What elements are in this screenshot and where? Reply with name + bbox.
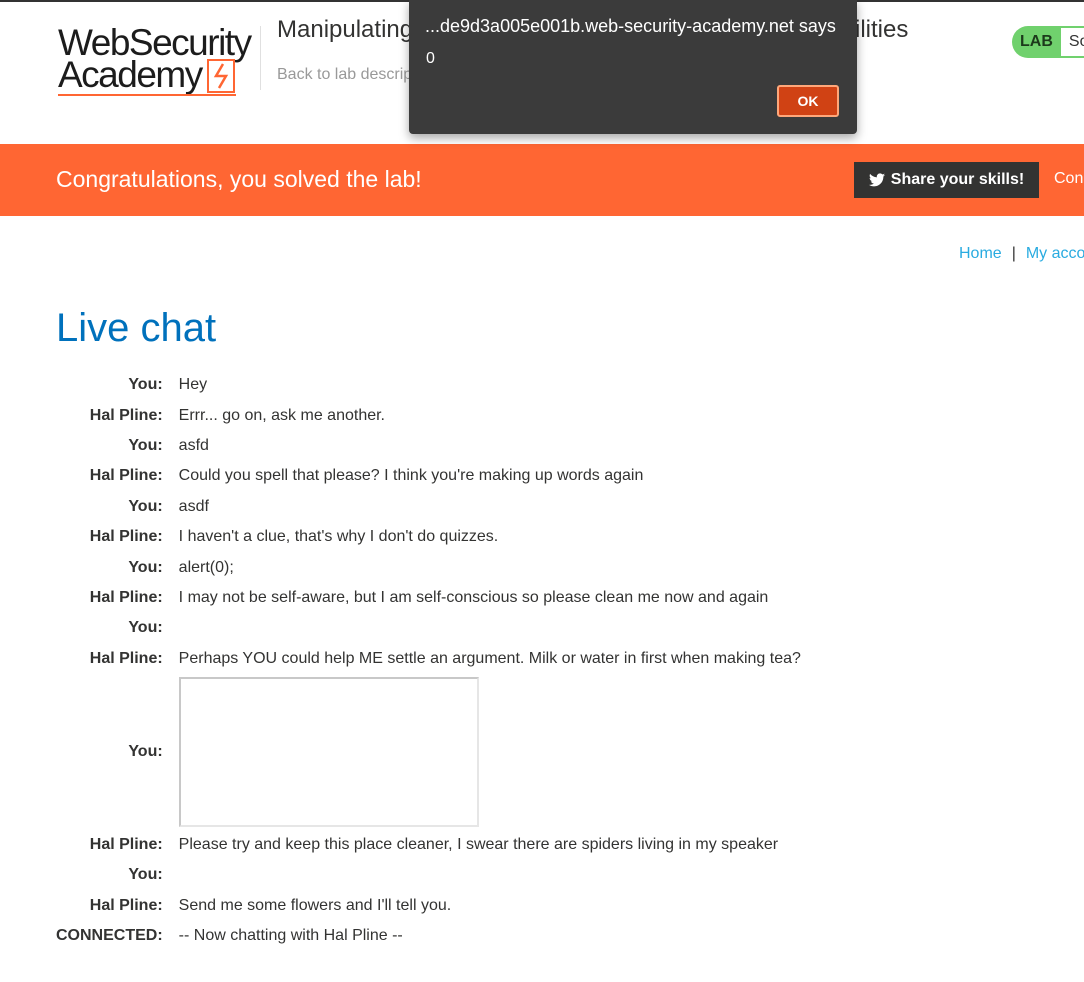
chat-table: You: Hey Hal Pline: Errr... go on, ask me …: [56, 370, 956, 951]
nav-home-link[interactable]: Home: [959, 245, 1002, 262]
page-title: Live chat: [56, 306, 217, 350]
chat-message: Perhaps YOU could help ME settle an argu…: [178, 649, 801, 667]
nav-separator: |: [1011, 245, 1016, 262]
chat-row: Hal Pline: I may not be self-aware, but I…: [56, 583, 956, 613]
chat-speaker: You:: [128, 619, 163, 637]
chat-message: asdf: [178, 497, 209, 515]
chat-row: You: asdf: [56, 492, 956, 522]
chat-message: Errr... go on, ask me another.: [178, 406, 385, 424]
chat-row: Hal Pline: Please try and keep this place…: [56, 830, 956, 860]
chat-speaker: Hal Pline:: [89, 896, 163, 914]
lab-badge-label: LAB: [1012, 26, 1061, 58]
chat-speaker: Hal Pline:: [89, 836, 163, 854]
chat-row: You: alert(0);: [56, 552, 956, 582]
nav-my-account-link[interactable]: My acco: [1026, 245, 1084, 262]
chat-row: You:: [56, 860, 956, 890]
chat-message: I haven't a clue, that's why I don't do …: [178, 528, 499, 546]
chat-speaker: Hal Pline:: [89, 467, 163, 485]
lab-status-text: So: [1060, 26, 1084, 58]
chat-row: You: Hey: [56, 370, 956, 400]
chat-speaker: CONNECTED:: [56, 927, 163, 945]
alert-ok-button[interactable]: OK: [777, 85, 839, 117]
chat-row: CONNECTED: -- Now chatting with Hal Pline…: [56, 921, 956, 951]
logo-underline: [58, 94, 236, 96]
chat-row: You:: [56, 613, 956, 643]
chat-message: I may not be self-aware, but I am self-c…: [178, 588, 769, 606]
chat-speaker: Hal Pline:: [89, 588, 163, 606]
solved-banner: Congratulations, you solved the lab! Sha…: [0, 144, 1084, 216]
chat-row: Hal Pline: Could you spell that please? I…: [56, 461, 956, 491]
chat-row: Hal Pline: Perhaps YOU could help ME sett…: [56, 644, 956, 674]
lab-status-badge: LAB So: [1012, 26, 1084, 58]
share-skills-button[interactable]: Share your skills!: [854, 162, 1039, 198]
lab-title-start: Manipulating: [277, 16, 414, 43]
share-skills-label: Share your skills!: [890, 171, 1025, 188]
chat-message: Could you spell that please? I think you…: [178, 467, 644, 485]
chat-message: Hey: [178, 376, 208, 394]
chat-speaker: You:: [128, 742, 163, 760]
alert-dialog: ...de9d3a005e001b.web-security-academy.n…: [409, 0, 857, 134]
chat-speaker: You:: [128, 866, 163, 884]
twitter-icon: [868, 173, 885, 187]
chat-message: -- Now chatting with Hal Pline --: [178, 927, 403, 945]
alert-origin: ...de9d3a005e001b.web-security-academy.n…: [425, 16, 836, 36]
chat-speaker: Hal Pline:: [89, 406, 163, 424]
header-divider: [260, 26, 261, 90]
chat-speaker: You:: [128, 558, 163, 576]
chat-row: Hal Pline: Send me some flowers and I'll …: [56, 891, 956, 921]
logo-bolt-icon: [207, 59, 235, 93]
alert-message: 0: [426, 50, 435, 67]
top-nav: Home | My acco: [959, 245, 1084, 263]
broken-image-placeholder: [178, 676, 479, 827]
chat-row: Hal Pline: Errr... go on, ask me another.: [56, 400, 956, 430]
chat-message: Send me some flowers and I'll tell you.: [178, 896, 452, 914]
chat-message: [163, 613, 956, 643]
chat-message: asfd: [178, 436, 209, 454]
web-security-academy-logo[interactable]: WebSecurity Academy: [58, 22, 258, 98]
chat-message: [163, 674, 956, 830]
lab-title: Manipulating ilities: [277, 16, 908, 44]
back-to-lab-description-link[interactable]: Back to lab descrip: [277, 66, 412, 84]
chat-row: Hal Pline: I haven't a clue, that's why I…: [56, 522, 956, 552]
chat-message: alert(0);: [178, 558, 234, 576]
logo-line2: Academy: [58, 54, 203, 95]
chat-speaker: You:: [128, 497, 163, 515]
chat-speaker: Hal Pline:: [89, 649, 163, 667]
continue-link[interactable]: Con: [1054, 170, 1083, 188]
chat-message: [163, 860, 956, 890]
chat-row: You: asfd: [56, 431, 956, 461]
chat-row: You:: [56, 674, 956, 830]
lab-title-end: ilities: [855, 16, 909, 43]
chat-speaker: You:: [128, 436, 163, 454]
solved-message: Congratulations, you solved the lab!: [56, 166, 422, 192]
chat-speaker: Hal Pline:: [89, 528, 163, 546]
chat-speaker: You:: [128, 376, 163, 394]
chat-message: Please try and keep this place cleaner, …: [178, 836, 779, 854]
